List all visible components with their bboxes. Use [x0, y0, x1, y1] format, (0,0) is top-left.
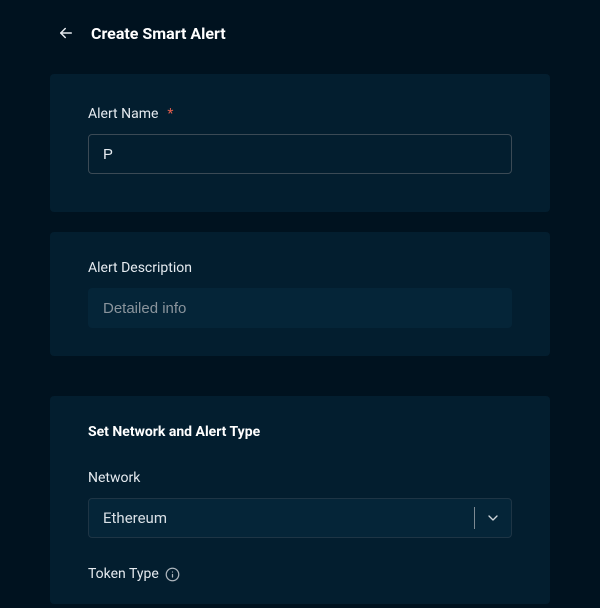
- token-type-label-text: Token Type: [88, 566, 159, 582]
- back-button[interactable]: [55, 22, 77, 44]
- arrow-left-icon: [57, 24, 75, 42]
- network-select-value: Ethereum: [103, 509, 167, 527]
- network-label: Network: [88, 470, 512, 486]
- network-select-caret-wrap: [474, 507, 501, 529]
- chevron-down-icon: [485, 510, 501, 526]
- alert-name-panel: Alert Name *: [50, 74, 550, 212]
- network-section-heading: Set Network and Alert Type: [88, 424, 512, 440]
- alert-description-panel: Alert Description: [50, 232, 550, 356]
- required-indicator: *: [167, 106, 173, 122]
- network-select[interactable]: Ethereum: [88, 498, 512, 538]
- select-divider: [474, 507, 475, 529]
- network-alert-type-panel: Set Network and Alert Type Network Ether…: [50, 396, 550, 604]
- token-type-label: Token Type: [88, 566, 512, 582]
- alert-description-label: Alert Description: [88, 260, 512, 276]
- token-type-info-button[interactable]: [165, 567, 180, 582]
- alert-name-input[interactable]: [88, 134, 512, 174]
- alert-description-input[interactable]: [88, 288, 512, 328]
- alert-name-label-text: Alert Name: [88, 106, 158, 122]
- page-title: Create Smart Alert: [91, 24, 226, 43]
- info-icon: [165, 567, 180, 582]
- alert-name-label: Alert Name *: [88, 106, 512, 122]
